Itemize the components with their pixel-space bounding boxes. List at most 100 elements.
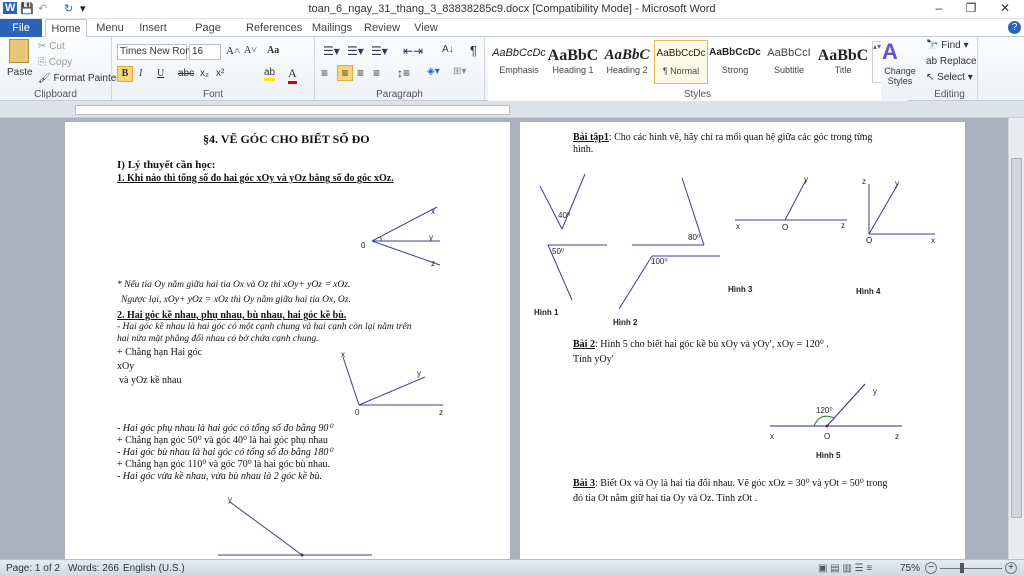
multilevel-list-icon[interactable]: ☰▾ (371, 44, 388, 58)
italic-button[interactable]: I (139, 68, 142, 79)
bold-button[interactable]: B (117, 66, 133, 82)
style-subtitle[interactable]: AaBbCcI Subtitle (762, 40, 816, 84)
label-z: z (895, 432, 899, 441)
select-button[interactable]: ↖ Select ▾ (926, 72, 973, 83)
highlight-button[interactable]: ab (264, 67, 276, 81)
style-emphasis[interactable]: AaBbCcDc Emphasis (492, 40, 546, 84)
tab-menu[interactable]: Menu (92, 19, 128, 37)
vertical-scrollbar[interactable] (1008, 118, 1024, 559)
tab-insert[interactable]: Insert (134, 19, 172, 37)
definition-linear-pair: - Hai góc vừa kề nhau, vừa bù nhau là 2 … (117, 471, 323, 482)
find-button[interactable]: 🔭 Find ▾ (926, 40, 969, 51)
maximize-button[interactable]: ❐ (956, 1, 986, 17)
zoom-in-button[interactable]: + (1005, 562, 1017, 574)
paste-button[interactable]: Paste (7, 67, 33, 78)
style-title[interactable]: AaBbC Title (816, 40, 870, 84)
format-painter-button[interactable]: 🖌 Format Painter (38, 73, 120, 84)
style-normal[interactable]: AaBbCcDc ¶ Normal (654, 40, 708, 84)
page-count[interactable]: Page: 1 of 2 (6, 563, 60, 574)
ruler-bar[interactable] (75, 105, 510, 115)
find-label: Find (941, 40, 961, 51)
label-z: z (431, 259, 435, 268)
zoom-level[interactable]: 75% (900, 563, 920, 574)
bullets-icon[interactable]: ☰▾ (323, 44, 340, 58)
change-styles-button[interactable]: Change Styles (882, 66, 918, 86)
tab-review[interactable]: Review (364, 19, 400, 37)
align-right-icon[interactable]: ≡ (357, 66, 364, 80)
view-buttons[interactable]: ▣ ▤ ▥ ☰ ≡ (818, 563, 872, 574)
style-name: Heading 2 (606, 65, 648, 75)
exercise-2-text: : Hình 5 cho biết hai góc kề bù xOy và y… (594, 339, 829, 350)
caption-hinh-1: Hình 1 (534, 308, 559, 317)
numbering-icon[interactable]: ☰▾ (347, 44, 364, 58)
page-left[interactable]: §4. VẼ GÓC CHO BIẾT SỐ ĐO I) Lý thuyết c… (65, 122, 510, 559)
shrink-font-button[interactable]: A˅ (244, 45, 257, 56)
minimize-button[interactable]: – (924, 1, 954, 17)
style-strong[interactable]: AaBbCcDc Strong (708, 40, 762, 84)
style-name: Subtitle (773, 65, 805, 75)
subscript-button[interactable]: x₂ (200, 68, 209, 79)
page-title: §4. VẼ GÓC CHO BIẾT SỐ ĐO (203, 132, 370, 146)
font-color-button[interactable]: A (288, 66, 297, 84)
tab-references[interactable]: References (246, 19, 302, 37)
exercise-1-text: : Cho các hình vẽ, hãy chỉ ra mối quan h… (608, 132, 873, 143)
shading-icon[interactable]: ◈▾ (427, 66, 440, 77)
sort-icon[interactable]: A↓ (442, 44, 454, 55)
exercise-2-label: Bài 2 (573, 339, 595, 350)
ribbon-tabs: File Home Menu Insert Page Layout Refere… (0, 19, 1024, 52)
superscript-button[interactable]: x² (216, 68, 224, 79)
line-spacing-icon[interactable]: ↕≡ (397, 66, 410, 80)
label-o: O (866, 236, 872, 245)
borders-icon[interactable]: ⊞▾ (453, 66, 466, 77)
word-count[interactable]: Words: 266 (68, 563, 119, 574)
align-left-icon[interactable]: ≡ (321, 66, 328, 80)
scrollbar-thumb[interactable] (1011, 158, 1022, 518)
underline-button[interactable]: U (157, 68, 164, 79)
copy-label: Copy (48, 57, 73, 68)
close-button[interactable]: ✕ (990, 1, 1020, 17)
note-2: Ngược lại, xOy+ yOz = xOz thì Oy nằm giữ… (121, 295, 351, 305)
horizontal-ruler[interactable] (0, 102, 1024, 118)
strikethrough-button[interactable]: abc (178, 68, 194, 79)
tab-mailings[interactable]: Mailings (310, 19, 354, 37)
style-preview: AaBbC (547, 47, 599, 64)
style-preview: AaBbCcDc (492, 47, 546, 59)
label-z: z (439, 408, 443, 417)
label-x: x (341, 350, 345, 359)
clipboard-group: Paste ✂ Cut ⎘ Copy 🖌 Format Painter Clip… (0, 37, 120, 101)
tab-view[interactable]: View (410, 19, 442, 37)
justify-icon[interactable]: ≡ (373, 66, 380, 80)
exercise-1-line-1: Bài tập1: Cho các hình vẽ, hãy chỉ ra mố… (573, 132, 872, 143)
tab-home[interactable]: Home (45, 19, 87, 38)
show-formatting-icon[interactable]: ¶ (470, 43, 477, 58)
zoom-slider[interactable] (940, 568, 1002, 569)
style-heading-1[interactable]: AaBbC Heading 1 (546, 40, 600, 84)
language[interactable]: English (U.S.) (123, 563, 185, 574)
font-name-select[interactable]: Times New Rom (117, 44, 194, 60)
font-size-select[interactable]: 16 (189, 44, 221, 60)
grow-font-button[interactable]: A˄ (226, 45, 240, 57)
style-heading-2[interactable]: AaBbC Heading 2 (600, 40, 654, 84)
help-icon[interactable]: ? (1008, 21, 1021, 34)
replace-button[interactable]: ab Replace (926, 56, 977, 67)
paste-icon[interactable] (9, 39, 29, 63)
change-case-button[interactable]: Aa (267, 45, 279, 56)
tab-page-layout[interactable]: Page Layout (180, 19, 236, 52)
label-y: y (873, 387, 877, 396)
paragraph-group: ☰▾ ☰▾ ☰▾ ⇤⇥ A↓ ¶ ≡ ≡ ≡ ≡ ↕≡ ◈▾ ⊞▾ Paragr… (315, 37, 485, 101)
zoom-out-button[interactable]: − (925, 562, 937, 574)
page-right[interactable]: Bài tập1: Cho các hình vẽ, hãy chỉ ra mố… (520, 122, 965, 559)
tab-file[interactable]: File (0, 19, 42, 37)
zoom-slider-thumb[interactable] (960, 563, 965, 573)
align-center-icon[interactable]: ≡ (337, 65, 353, 81)
change-styles-icon[interactable]: A (882, 39, 898, 65)
example-adjacent-2: xOy (117, 361, 135, 372)
label-y: y (429, 233, 433, 242)
indent-icon[interactable]: ⇤⇥ (403, 44, 423, 58)
section-heading: I) Lý thuyết cần học: (117, 159, 216, 171)
copy-button[interactable]: ⎘ Copy (38, 57, 72, 68)
cut-button[interactable]: ✂ Cut (38, 41, 65, 52)
angle-80: 80⁰ (688, 233, 700, 242)
caption-hinh-4: Hình 4 (856, 287, 881, 296)
label-o: O (824, 432, 830, 441)
